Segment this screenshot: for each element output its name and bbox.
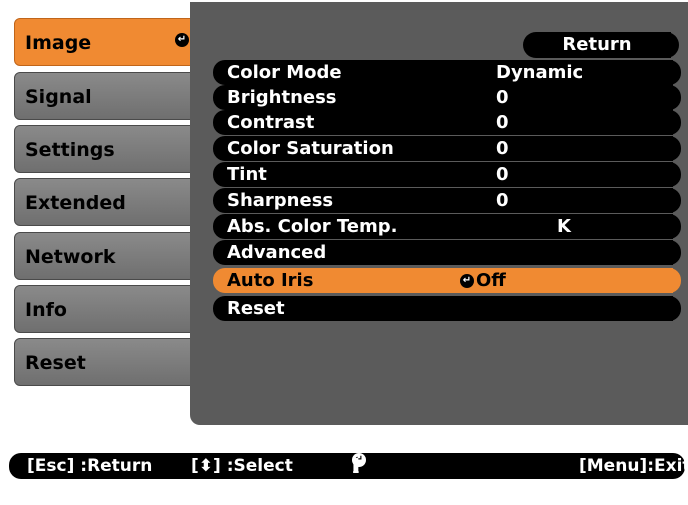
row-label: Auto Iris xyxy=(227,270,314,291)
menu-row-advanced[interactable]: Advanced xyxy=(213,240,681,265)
tab-info-label: Info xyxy=(25,299,67,321)
tab-settings-label: Settings xyxy=(25,139,115,161)
tab-signal[interactable]: Signal xyxy=(14,72,200,120)
row-label: Color Mode xyxy=(227,62,342,83)
row-label: Contrast xyxy=(227,112,315,133)
row-label: Sharpness xyxy=(227,190,334,211)
tab-reset-label: Reset xyxy=(25,352,86,374)
menu-row-abs-color-temp[interactable]: Abs. Color Temp. K xyxy=(213,214,681,239)
tab-image-label: Image xyxy=(25,32,92,54)
help-bar: [Esc] :Return [⬍] :Select [↵] :Enter [Me… xyxy=(9,453,688,502)
tab-image[interactable]: Image ↵ xyxy=(14,18,204,66)
row-value: Dynamic xyxy=(496,62,584,83)
help-exit: [Menu]:Exit xyxy=(579,456,688,476)
menu-row-tint[interactable]: Tint 0 xyxy=(213,162,681,187)
help-esc: [Esc] :Return xyxy=(27,456,153,476)
row-value: 0 xyxy=(496,87,509,108)
menu-row-brightness[interactable]: Brightness 0 xyxy=(213,85,681,110)
tab-extended[interactable]: Extended xyxy=(14,178,200,226)
tab-signal-label: Signal xyxy=(25,86,92,108)
row-label: Color Saturation xyxy=(227,138,394,159)
tab-settings[interactable]: Settings xyxy=(14,125,200,173)
row-label: Advanced xyxy=(227,242,327,263)
menu-row-auto-iris[interactable]: Auto Iris ↵ Off xyxy=(213,268,681,293)
tab-network[interactable]: Network xyxy=(14,232,200,280)
tab-reset[interactable]: Reset xyxy=(14,338,200,386)
row-label: Reset xyxy=(227,298,285,319)
tab-extended-label: Extended xyxy=(25,192,126,214)
enter-icon: ↵ xyxy=(175,33,189,47)
help-select: [⬍] :Select xyxy=(191,456,293,476)
menu-row-color-mode[interactable]: Color Mode Dynamic xyxy=(213,60,681,85)
row-value: 0 xyxy=(496,164,509,185)
row-value: K xyxy=(557,216,571,237)
menu-row-contrast[interactable]: Contrast 0 xyxy=(213,110,681,135)
enter-icon: ↵ xyxy=(460,274,474,288)
menu-row-sharpness[interactable]: Sharpness 0 xyxy=(213,188,681,213)
return-button[interactable]: Return xyxy=(523,32,679,58)
left-menu: Image ↵ Signal Settings Extended Network… xyxy=(14,0,204,420)
menu-row-reset[interactable]: Reset xyxy=(213,296,681,321)
row-label: Tint xyxy=(227,164,267,185)
row-value: 0 xyxy=(496,112,509,133)
tab-network-label: Network xyxy=(25,246,116,268)
row-label: Brightness xyxy=(227,87,337,108)
row-value-group: ↵ Off xyxy=(460,268,506,293)
menu-row-color-saturation[interactable]: Color Saturation 0 xyxy=(213,136,681,161)
help-enter-close: ] :Enter xyxy=(352,456,411,502)
row-label: Abs. Color Temp. xyxy=(227,216,398,237)
tab-info[interactable]: Info xyxy=(14,285,200,333)
row-value: 0 xyxy=(496,138,509,159)
row-value: 0 xyxy=(496,190,509,211)
row-value: Off xyxy=(476,270,506,291)
return-label: Return xyxy=(562,34,632,55)
